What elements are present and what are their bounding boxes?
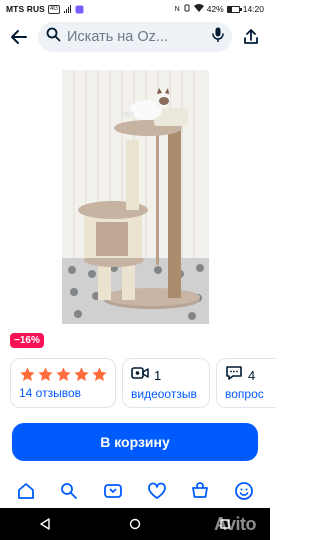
questions-card[interactable]: 4 вопрос bbox=[216, 358, 276, 408]
home-icon[interactable] bbox=[14, 479, 38, 503]
star-icon bbox=[19, 366, 36, 383]
add-to-cart-button[interactable]: В корзину bbox=[12, 423, 258, 461]
wifi-icon bbox=[193, 4, 204, 14]
search-icon bbox=[46, 27, 61, 47]
favorites-icon[interactable] bbox=[145, 479, 169, 503]
video-label: видеоотзыв bbox=[131, 387, 197, 401]
star-icon bbox=[73, 366, 90, 383]
bottom-nav bbox=[0, 474, 270, 508]
search-input[interactable] bbox=[67, 29, 206, 45]
star-icon bbox=[55, 366, 72, 383]
star-icon bbox=[37, 366, 54, 383]
system-home-icon[interactable] bbox=[127, 516, 143, 532]
rating-card[interactable]: 14 отзывов bbox=[10, 358, 116, 408]
question-bubble-icon bbox=[225, 365, 243, 386]
messenger-icon bbox=[75, 5, 84, 14]
video-count: 1 bbox=[154, 367, 162, 383]
catalog-icon[interactable] bbox=[57, 479, 81, 503]
nfc-icon: N bbox=[174, 5, 180, 13]
cart-icon[interactable] bbox=[188, 479, 212, 503]
system-back-icon[interactable] bbox=[37, 516, 53, 532]
product-image[interactable] bbox=[62, 70, 209, 324]
questions-label: вопрос bbox=[225, 387, 264, 401]
video-camera-icon bbox=[131, 366, 149, 385]
vibrate-icon bbox=[183, 4, 191, 14]
network-badge: 4G bbox=[47, 4, 60, 14]
reviews-count: 14 отзывов bbox=[19, 386, 82, 400]
profile-icon[interactable] bbox=[232, 479, 256, 503]
ozon-icon[interactable] bbox=[101, 479, 125, 503]
discount-badge: −16% bbox=[10, 333, 44, 348]
rating-stars bbox=[19, 366, 107, 383]
star-icon bbox=[91, 366, 108, 383]
search-box[interactable] bbox=[38, 22, 232, 52]
clock: 14:20 bbox=[242, 4, 264, 14]
battery-icon bbox=[226, 5, 242, 13]
back-arrow-icon[interactable] bbox=[8, 26, 30, 48]
questions-count: 4 bbox=[248, 367, 256, 383]
share-icon[interactable] bbox=[240, 26, 262, 48]
status-bar: MTS RUS 4G N 42% 14:20 bbox=[0, 0, 270, 18]
search-header bbox=[0, 20, 270, 54]
battery-percent: 42% bbox=[206, 4, 224, 14]
carrier-name: MTS RUS bbox=[6, 4, 45, 14]
review-cards: 14 отзывов 1 видеоотзыв 4 вопрос bbox=[10, 358, 280, 408]
video-reviews-card[interactable]: 1 видеоотзыв bbox=[122, 358, 210, 408]
signal-icon bbox=[63, 4, 72, 14]
avito-watermark: Avito bbox=[214, 514, 256, 534]
microphone-icon[interactable] bbox=[212, 27, 224, 47]
